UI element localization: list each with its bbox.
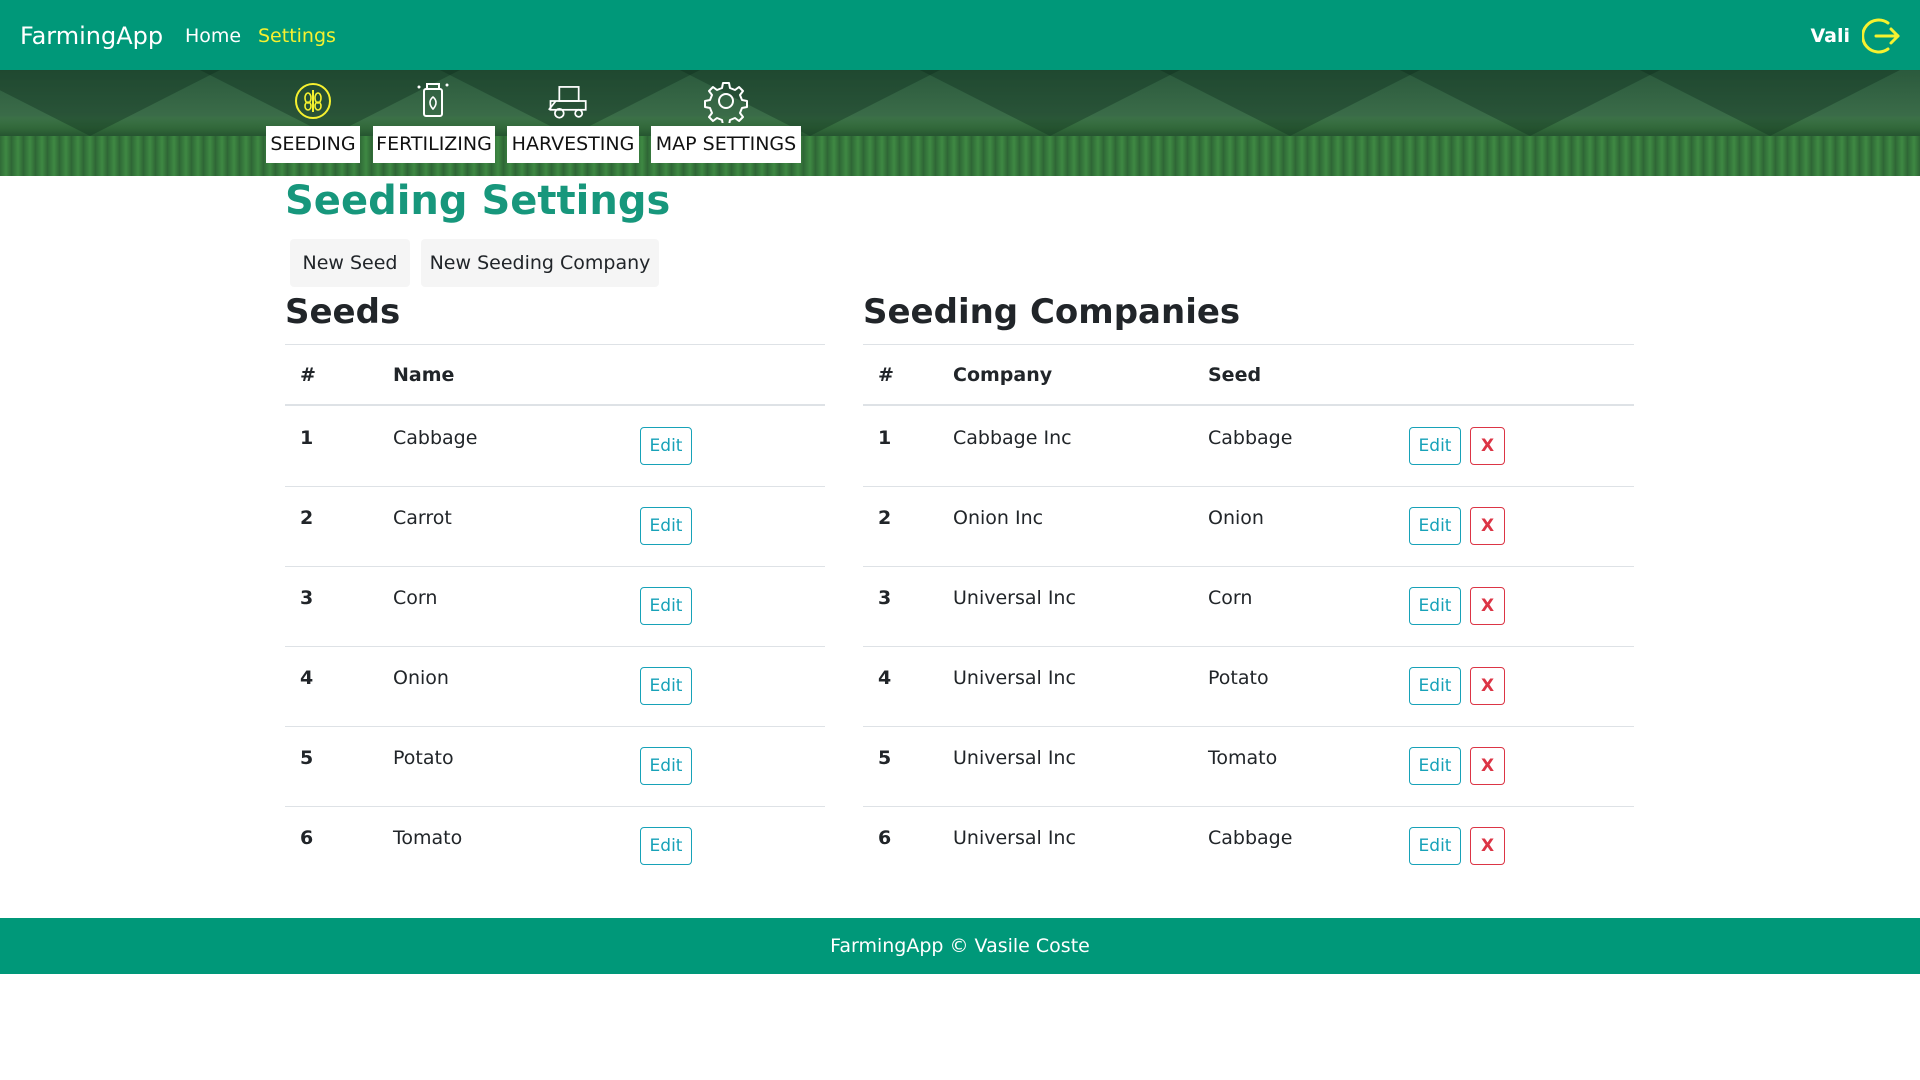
table-row-number: 5 bbox=[300, 747, 314, 769]
company-seed: Cabbage bbox=[1208, 427, 1293, 449]
category-map-settings[interactable]: MAP SETTINGS bbox=[651, 126, 801, 163]
table-row-number: 6 bbox=[878, 827, 892, 849]
delete-company-button[interactable]: X bbox=[1470, 827, 1505, 865]
table-row-number: 1 bbox=[878, 427, 892, 449]
nav-home-link[interactable]: Home bbox=[185, 25, 241, 47]
edit-company-button[interactable]: Edit bbox=[1409, 827, 1461, 865]
seed-name: Tomato bbox=[393, 827, 463, 849]
seed-name: Carrot bbox=[393, 507, 452, 529]
divider bbox=[863, 344, 1634, 345]
companies-header-seed: Seed bbox=[1208, 364, 1262, 386]
edit-seed-button[interactable]: Edit bbox=[640, 587, 692, 625]
delete-company-button[interactable]: X bbox=[1470, 587, 1505, 625]
table-row-number: 1 bbox=[300, 427, 314, 449]
company-name: Onion Inc bbox=[953, 507, 1044, 529]
divider bbox=[863, 806, 1634, 807]
table-row-number: 2 bbox=[300, 507, 314, 529]
table-row-number: 2 bbox=[878, 507, 892, 529]
company-seed: Potato bbox=[1208, 667, 1269, 689]
table-row-number: 3 bbox=[300, 587, 314, 609]
user-name: Vali bbox=[1810, 25, 1850, 47]
divider bbox=[285, 404, 825, 406]
delete-company-button[interactable]: X bbox=[1470, 747, 1505, 785]
seeds-title: Seeds bbox=[285, 292, 401, 332]
divider bbox=[285, 344, 825, 345]
category-harvesting[interactable]: HARVESTING bbox=[507, 126, 639, 163]
edit-company-button[interactable]: Edit bbox=[1409, 667, 1461, 705]
table-row-number: 6 bbox=[300, 827, 314, 849]
divider bbox=[285, 726, 825, 727]
table-row-number: 5 bbox=[878, 747, 892, 769]
table-row-number: 3 bbox=[878, 587, 892, 609]
edit-company-button[interactable]: Edit bbox=[1409, 427, 1461, 465]
seeding-companies-title: Seeding Companies bbox=[863, 292, 1241, 332]
company-name: Cabbage Inc bbox=[953, 427, 1072, 449]
delete-company-button[interactable]: X bbox=[1470, 427, 1505, 465]
edit-seed-button[interactable]: Edit bbox=[640, 427, 692, 465]
table-row-number: 4 bbox=[300, 667, 314, 689]
divider bbox=[285, 486, 825, 487]
seeding-icon bbox=[295, 83, 331, 119]
edit-company-button[interactable]: Edit bbox=[1409, 507, 1461, 545]
edit-seed-button[interactable]: Edit bbox=[640, 827, 692, 865]
seed-name: Cabbage bbox=[393, 427, 478, 449]
delete-company-button[interactable]: X bbox=[1470, 507, 1505, 545]
seed-name: Potato bbox=[393, 747, 454, 769]
divider bbox=[863, 404, 1634, 406]
brand[interactable]: FarmingApp bbox=[20, 22, 163, 50]
divider bbox=[863, 566, 1634, 567]
seeds-header-name: Name bbox=[393, 364, 455, 386]
gear-icon bbox=[704, 82, 748, 123]
company-seed: Onion bbox=[1208, 507, 1264, 529]
seed-name: Corn bbox=[393, 587, 438, 609]
edit-seed-button[interactable]: Edit bbox=[640, 667, 692, 705]
company-name: Universal Inc bbox=[953, 827, 1076, 849]
company-name: Universal Inc bbox=[953, 667, 1076, 689]
category-fertilizing[interactable]: FERTILIZING bbox=[373, 126, 495, 163]
companies-header-company: Company bbox=[953, 364, 1053, 386]
footer: FarmingApp © Vasile Coste bbox=[0, 918, 1920, 974]
divider bbox=[863, 486, 1634, 487]
table-row-number: 4 bbox=[878, 667, 892, 689]
divider bbox=[863, 646, 1634, 647]
company-name: Universal Inc bbox=[953, 747, 1076, 769]
seed-name: Onion bbox=[393, 667, 449, 689]
logout-icon[interactable] bbox=[1862, 16, 1902, 56]
new-seed-button[interactable]: New Seed bbox=[290, 239, 410, 287]
companies-header-number: # bbox=[878, 364, 894, 386]
delete-company-button[interactable]: X bbox=[1470, 667, 1505, 705]
harvesting-icon bbox=[548, 86, 587, 119]
category-seeding[interactable]: SEEDING bbox=[266, 126, 360, 163]
page-title: Seeding Settings bbox=[285, 178, 671, 224]
new-seeding-company-button[interactable]: New Seeding Company bbox=[421, 239, 659, 287]
divider bbox=[285, 806, 825, 807]
edit-seed-button[interactable]: Edit bbox=[640, 747, 692, 785]
seeds-header-number: # bbox=[300, 364, 316, 386]
company-seed: Cabbage bbox=[1208, 827, 1293, 849]
fertilizing-icon bbox=[417, 83, 449, 117]
divider bbox=[285, 566, 825, 567]
edit-seed-button[interactable]: Edit bbox=[640, 507, 692, 545]
company-seed: Corn bbox=[1208, 587, 1253, 609]
edit-company-button[interactable]: Edit bbox=[1409, 587, 1461, 625]
company-seed: Tomato bbox=[1208, 747, 1278, 769]
company-name: Universal Inc bbox=[953, 587, 1076, 609]
nav-settings-link[interactable]: Settings bbox=[258, 25, 336, 47]
divider bbox=[285, 646, 825, 647]
divider bbox=[863, 726, 1634, 727]
navbar: FarmingApp Home Settings Vali bbox=[0, 0, 1920, 70]
edit-company-button[interactable]: Edit bbox=[1409, 747, 1461, 785]
